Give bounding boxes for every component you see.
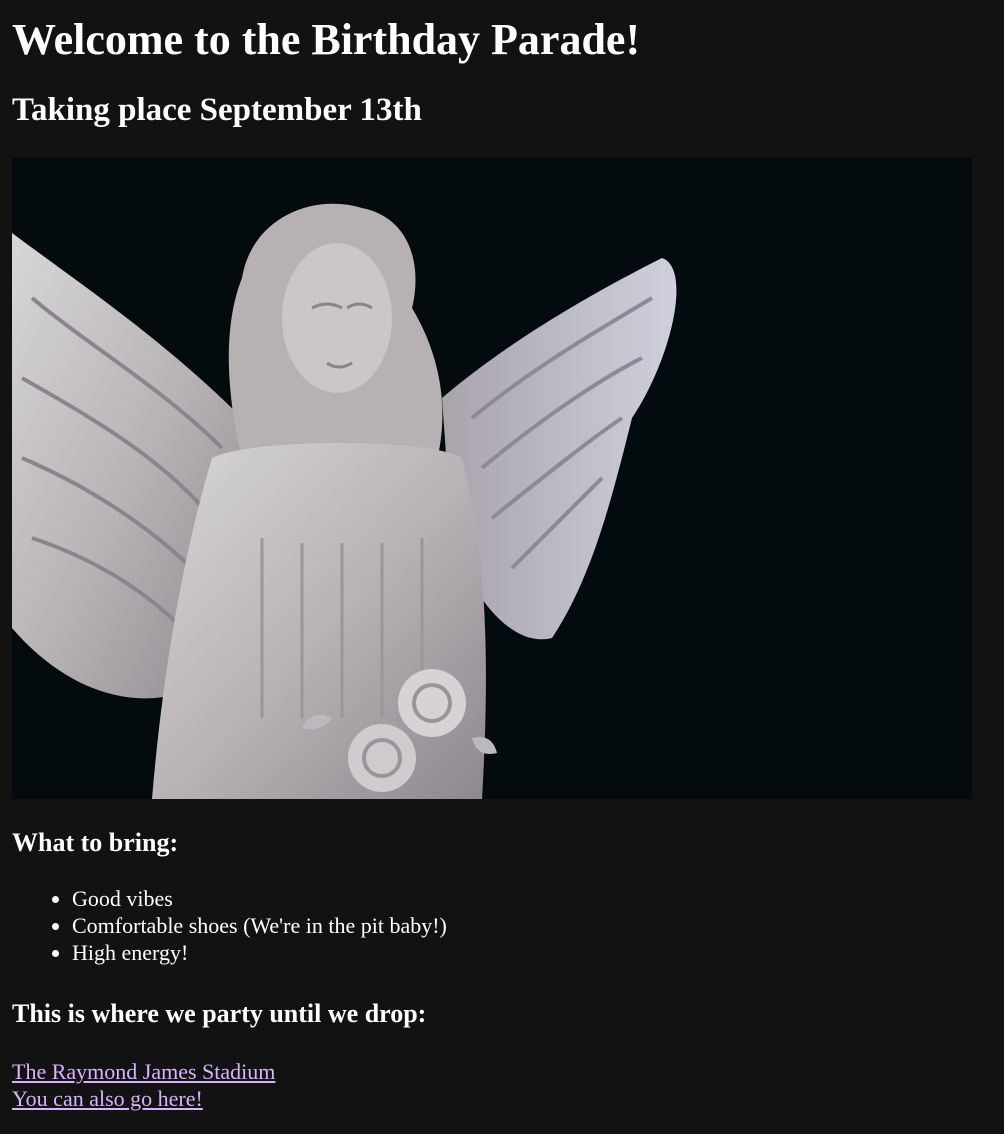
raymond-james-stadium-link[interactable]: The Raymond James Stadium xyxy=(12,1058,992,1085)
page-subtitle: Taking place September 13th xyxy=(12,92,422,128)
list-item: Good vibes xyxy=(72,885,992,912)
bring-list: Good vibes Comfortable shoes (We're in t… xyxy=(12,885,992,966)
list-item: Comfortable shoes (We're in the pit baby… xyxy=(72,912,992,939)
angel-statue-image xyxy=(12,158,972,799)
location-links: The Raymond James Stadium You can also g… xyxy=(12,1058,992,1112)
party-location-heading: This is where we party until we drop: xyxy=(12,999,427,1028)
page-title: Welcome to the Birthday Parade! xyxy=(12,15,641,64)
list-item: High energy! xyxy=(72,939,992,966)
alternate-location-link[interactable]: You can also go here! xyxy=(12,1085,992,1112)
what-to-bring-heading: What to bring: xyxy=(12,828,179,857)
